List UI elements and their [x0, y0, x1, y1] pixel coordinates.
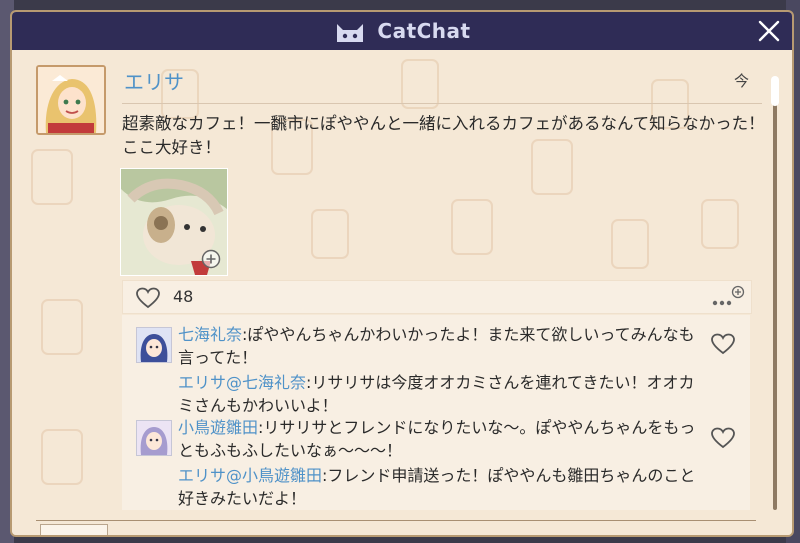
heart-icon[interactable]: [135, 287, 161, 309]
title-group: CatChat: [333, 18, 470, 44]
post-panel: エリサ 今 超素敵なカフェ！一飜市にぽややんと一緒に入れるカフェがあるなんて知ら…: [12, 50, 792, 535]
reaction-bar: 48: [122, 280, 752, 314]
reply-author[interactable]: エリサ@小鳥遊雛田: [178, 466, 322, 485]
title-bar: CatChat: [12, 12, 792, 50]
close-button[interactable]: [754, 16, 784, 46]
heart-icon[interactable]: [710, 333, 736, 355]
window-title: CatChat: [377, 19, 471, 43]
footer-divider: [36, 520, 756, 521]
comment-avatar[interactable]: [136, 420, 172, 456]
poster-avatar[interactable]: [36, 65, 106, 135]
reply-text: エリサ@小鳥遊雛田:フレンド申請送った！ぽややんも雛田ちゃんのこと好きみたいだよ…: [178, 464, 700, 510]
close-icon: [758, 20, 780, 42]
comment-list: 七海礼奈:ぽややんちゃんかわいかったよ！また来て欲しいってみんなも言ってた！ エ…: [122, 315, 750, 510]
comment-text: 小鳥遊雛田:リサリサとフレンドになりたいな〜。ぽややんちゃんをもっともふもふした…: [178, 416, 700, 462]
more-options-icon[interactable]: [711, 285, 745, 309]
reply-text: エリサ@七海礼奈:リサリサは今度オオカミさんを連れてきたい！オオカミさんもかわい…: [178, 371, 700, 417]
post-photo[interactable]: [120, 168, 228, 276]
heart-icon[interactable]: [710, 427, 736, 449]
post-text: 超素敵なカフェ！一飜市にぽややんと一緒に入れるカフェがあるなんて知らなかった！こ…: [122, 114, 765, 157]
like-count: 48: [173, 287, 194, 306]
comment-body: :ぽややんちゃんかわいかったよ！また来て欲しいってみんなも言ってた！: [178, 325, 695, 367]
poster-avatar-image: [38, 67, 104, 133]
scrollbar-track[interactable]: [773, 80, 777, 510]
scrollbar-thumb[interactable]: [771, 76, 779, 106]
comment-avatar[interactable]: [136, 327, 172, 363]
comment-avatar-image: [137, 328, 171, 362]
poster-name[interactable]: エリサ: [124, 66, 184, 95]
comment-author[interactable]: 七海礼奈: [178, 325, 242, 344]
catchat-window: CatChat エリサ 今 超素敵なカフェ！一飜市にぽややんと一緒に入れるカフェ…: [10, 10, 794, 537]
header-divider: [122, 103, 762, 104]
next-post-tab[interactable]: [40, 524, 108, 535]
cat-face-icon: [337, 24, 364, 42]
comment-author[interactable]: 小鳥遊雛田: [178, 418, 258, 437]
comment-text: 七海礼奈:ぽややんちゃんかわいかったよ！また来て欲しいってみんなも言ってた！: [178, 323, 700, 369]
reply-author[interactable]: エリサ@七海礼奈: [178, 373, 306, 392]
comment-avatar-image: [137, 421, 171, 455]
post-timestamp: 今: [734, 72, 750, 90]
zoom-in-icon[interactable]: [201, 249, 221, 269]
